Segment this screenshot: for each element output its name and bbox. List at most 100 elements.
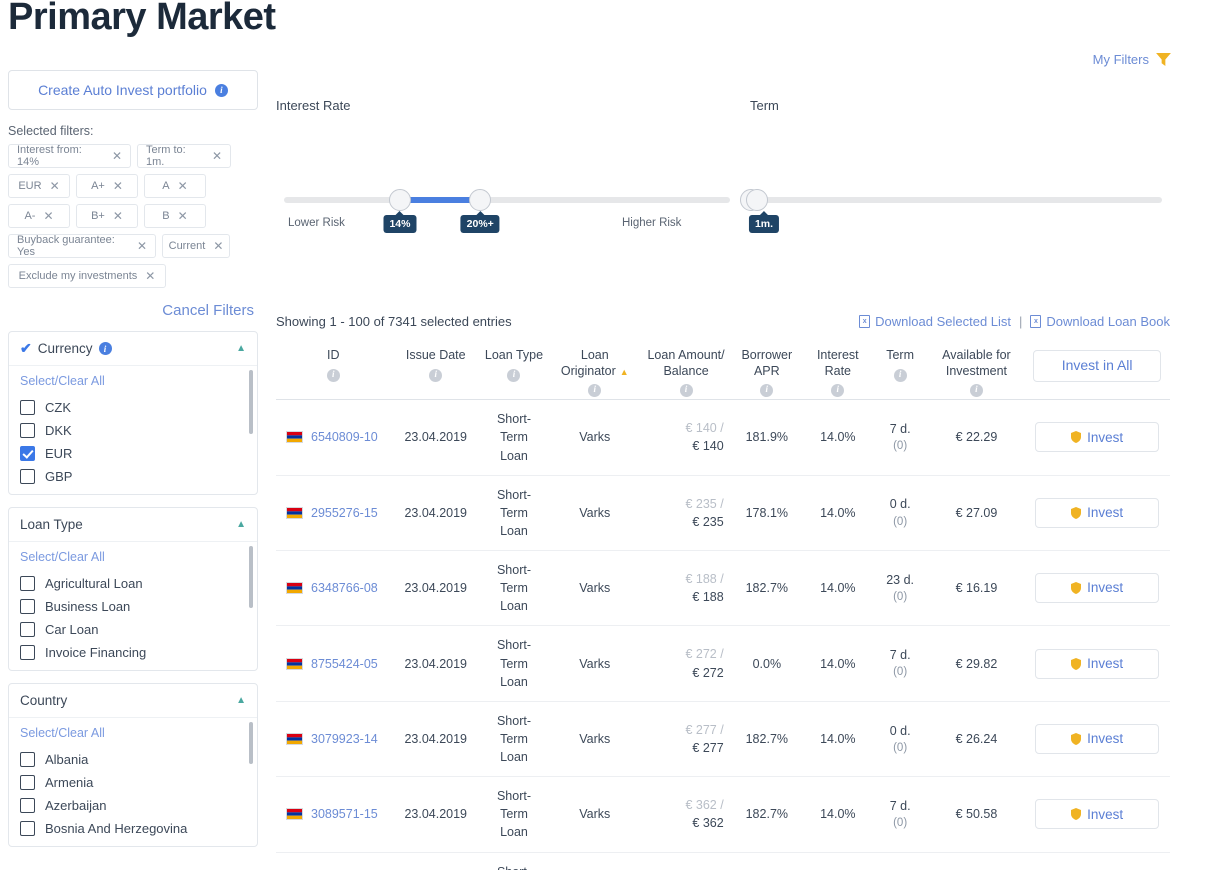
info-icon[interactable]: i xyxy=(831,384,845,398)
filter-option[interactable]: DKK xyxy=(9,419,257,442)
remove-chip-icon[interactable]: ✕ xyxy=(113,210,123,222)
table-row[interactable]: 2955276-15 23.04.2019 Short-Term Loan Varks… xyxy=(276,474,1170,551)
filter-option[interactable]: EUR xyxy=(9,442,257,465)
loan-id-link[interactable]: 6348766-08 xyxy=(311,579,378,597)
checkbox[interactable] xyxy=(20,645,35,660)
filter-panel-header[interactable]: Country ▲ xyxy=(9,684,257,718)
info-icon[interactable]: i xyxy=(429,368,443,382)
filter-chip[interactable]: Interest from: 14% ✕ xyxy=(8,144,131,168)
filter-panel-header[interactable]: ✔ Currency i ▲ xyxy=(9,332,257,366)
column-header-available-for-investment[interactable]: Available for Investment i xyxy=(929,342,1025,400)
filter-chip[interactable]: A+ ✕ xyxy=(76,174,138,198)
info-icon[interactable]: i xyxy=(214,83,228,97)
remove-chip-icon[interactable]: ✕ xyxy=(178,210,188,222)
filter-chip[interactable]: B+ ✕ xyxy=(76,204,138,228)
table-row[interactable]: 6540809-10 23.04.2019 Short-Term Loan Varks… xyxy=(276,399,1170,476)
checkbox[interactable] xyxy=(20,400,35,415)
filter-option[interactable]: Bosnia And Herzegovina xyxy=(9,817,257,840)
remove-chip-icon[interactable]: ✕ xyxy=(145,270,155,282)
term-slider-track[interactable]: 1m. xyxy=(740,189,1162,233)
checkbox[interactable] xyxy=(20,775,35,790)
column-header-loan-amount-balance[interactable]: Loan Amount/Balance i xyxy=(642,342,729,400)
remove-chip-icon[interactable]: ✕ xyxy=(112,150,122,162)
remove-chip-icon[interactable]: ✕ xyxy=(178,180,188,192)
filter-chip[interactable]: A- ✕ xyxy=(8,204,70,228)
scrollbar-thumb[interactable] xyxy=(249,722,253,764)
chevron-up-icon[interactable]: ▲ xyxy=(236,519,246,530)
filter-option[interactable]: CZK xyxy=(9,396,257,419)
checkbox[interactable] xyxy=(20,752,35,767)
download-loan-book-link[interactable]: x Download Loan Book xyxy=(1030,314,1170,329)
term-max-handle[interactable] xyxy=(746,189,768,211)
table-row[interactable]: 3314381-0423.04.2019Short-Term LoanVarks… xyxy=(276,851,1170,870)
filter-chip[interactable]: A ✕ xyxy=(144,174,206,198)
remove-chip-icon[interactable]: ✕ xyxy=(213,240,223,252)
checkbox[interactable] xyxy=(20,798,35,813)
checkbox[interactable] xyxy=(20,423,35,438)
checkbox[interactable] xyxy=(20,599,35,614)
column-header-loan-originator[interactable]: Loan Originator ▲ i xyxy=(547,342,642,400)
checkbox[interactable] xyxy=(20,622,35,637)
scrollbar-thumb[interactable] xyxy=(249,370,253,434)
filter-option[interactable]: Business Loan xyxy=(9,595,257,618)
table-row[interactable]: 6348766-08 23.04.2019 Short-Term Loan Varks… xyxy=(276,549,1170,626)
invest-button[interactable]: Invest xyxy=(1035,799,1160,830)
checkbox[interactable] xyxy=(20,576,35,591)
invest-button[interactable]: Invest xyxy=(1035,422,1160,453)
chevron-up-icon[interactable]: ▲ xyxy=(236,343,246,354)
filter-chip[interactable]: Exclude my investments ✕ xyxy=(8,264,166,288)
table-row[interactable]: 3089571-15 23.04.2019 Short-Term Loan Varks… xyxy=(276,776,1170,852)
filter-option[interactable]: Armenia xyxy=(9,771,257,794)
remove-chip-icon[interactable]: ✕ xyxy=(113,180,123,192)
filter-option[interactable]: Albania xyxy=(9,748,257,771)
chevron-up-icon[interactable]: ▲ xyxy=(236,695,246,706)
column-header-borrower-apr[interactable]: Borrower APR i xyxy=(730,342,804,400)
checkbox[interactable] xyxy=(20,821,35,836)
table-row[interactable]: 8755424-05 23.04.2019 Short-Term Loan Varks… xyxy=(276,625,1170,702)
checkbox[interactable] xyxy=(20,469,35,484)
remove-chip-icon[interactable]: ✕ xyxy=(212,150,222,162)
filter-chip[interactable]: EUR ✕ xyxy=(8,174,70,198)
filter-option[interactable]: Invoice Financing xyxy=(9,641,257,664)
filter-option[interactable]: Agricultural Loan xyxy=(9,572,257,595)
filter-option[interactable]: Car Loan xyxy=(9,618,257,641)
column-header-issue-date[interactable]: Issue Date i xyxy=(391,342,481,400)
filter-chip[interactable]: Term to: 1m. ✕ xyxy=(137,144,231,168)
column-header-loan-type[interactable]: Loan Type i xyxy=(481,342,547,400)
invest-button[interactable]: Invest xyxy=(1035,497,1160,528)
loan-id-link[interactable]: 3089571-15 xyxy=(311,805,378,823)
my-filters-link[interactable]: My Filters xyxy=(1093,52,1171,67)
remove-chip-icon[interactable]: ✕ xyxy=(137,240,147,252)
download-selected-list-link[interactable]: x Download Selected List xyxy=(859,314,1011,329)
interest-rate-slider-track[interactable]: 14% 20%+ Lower Risk Higher Risk xyxy=(284,189,730,233)
cancel-filters-link[interactable]: Cancel Filters xyxy=(8,302,258,319)
invest-button[interactable]: Invest xyxy=(1035,573,1160,604)
filter-chip[interactable]: Buyback guarantee: Yes ✕ xyxy=(8,234,156,258)
info-icon[interactable]: i xyxy=(760,384,774,398)
interest-rate-max-handle[interactable] xyxy=(469,189,492,211)
loan-id-link[interactable]: 2955276-15 xyxy=(311,504,378,522)
info-icon[interactable]: i xyxy=(507,368,521,382)
checkbox[interactable] xyxy=(20,446,35,461)
info-icon[interactable]: i xyxy=(588,384,602,398)
select-clear-all-link[interactable]: Select/Clear All xyxy=(9,550,257,572)
filter-panel-header[interactable]: Loan Type ▲ xyxy=(9,508,257,542)
column-header-interest-rate[interactable]: Interest Rate i xyxy=(804,342,872,400)
info-icon[interactable]: i xyxy=(679,384,693,398)
info-icon[interactable]: i xyxy=(326,368,340,382)
table-row[interactable]: 3079923-14 23.04.2019 Short-Term Loan Varks… xyxy=(276,700,1170,777)
remove-chip-icon[interactable]: ✕ xyxy=(50,180,60,192)
remove-chip-icon[interactable]: ✕ xyxy=(43,210,53,222)
info-icon[interactable]: i xyxy=(893,368,907,382)
info-icon[interactable]: i xyxy=(98,342,112,355)
scrollbar-thumb[interactable] xyxy=(249,546,253,608)
loan-id-link[interactable]: 8755424-05 xyxy=(311,655,378,673)
invest-button[interactable]: Invest xyxy=(1035,723,1160,754)
invest-button[interactable]: Invest xyxy=(1035,648,1160,679)
loan-id-link[interactable]: 6540809-10 xyxy=(311,428,378,446)
create-auto-invest-button[interactable]: Create Auto Invest portfolio i xyxy=(8,70,258,110)
filter-chip[interactable]: Current ✕ xyxy=(162,234,230,258)
select-clear-all-link[interactable]: Select/Clear All xyxy=(9,726,257,748)
select-clear-all-link[interactable]: Select/Clear All xyxy=(9,374,257,396)
filter-option[interactable]: GBP xyxy=(9,465,257,488)
